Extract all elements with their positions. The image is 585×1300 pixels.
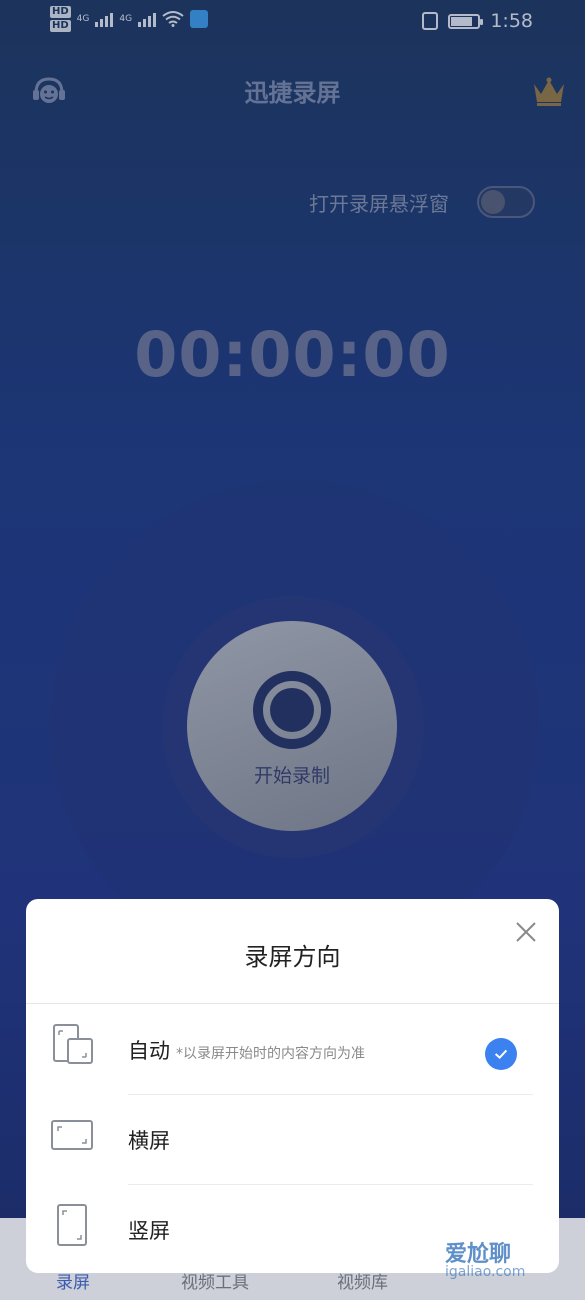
vibrate-icon — [422, 12, 439, 30]
signal-icon — [95, 11, 114, 27]
wifi-icon — [162, 11, 184, 27]
crown-icon[interactable] — [531, 74, 567, 108]
float-window-row: 打开录屏悬浮窗 — [309, 186, 535, 218]
orientation-sheet: 录屏方向 自动 *以录屏开始时的内容方向为准 横屏 竖屏 — [26, 899, 559, 1273]
site-watermark: 爱尬聊 igaliao.com — [425, 1230, 575, 1290]
landscape-icon — [51, 1120, 93, 1150]
signal-label: 4G — [119, 14, 133, 24]
signal-label: 4G — [76, 14, 90, 24]
orientation-landscape-label: 横屏 — [128, 1129, 170, 1153]
app-header: 迅捷录屏 — [0, 60, 585, 120]
status-right: 1:58 — [422, 10, 533, 32]
status-bar: HD HD 4G 4G 1:58 — [0, 0, 585, 44]
record-timer: 00:00:00 — [134, 318, 451, 391]
orientation-option-auto[interactable]: 自动 *以录屏开始时的内容方向为准 — [26, 1005, 559, 1095]
sheet-divider — [26, 1003, 559, 1004]
sheet-title: 录屏方向 — [244, 943, 341, 971]
battery-level — [451, 16, 473, 26]
start-record-label: 开始录制 — [253, 765, 330, 787]
float-window-label: 打开录屏悬浮窗 — [309, 191, 449, 216]
selected-check-icon — [485, 1038, 517, 1070]
orientation-label: 自动 *以录屏开始时的内容方向为准 — [128, 1035, 365, 1065]
orientation-auto-hint: *以录屏开始时的内容方向为准 — [176, 1046, 365, 1062]
hd-badge: HD — [50, 20, 71, 32]
orientation-option-landscape[interactable]: 横屏 — [26, 1095, 559, 1185]
usb-icon — [190, 10, 209, 28]
portrait-icon — [57, 1204, 87, 1246]
battery-icon — [448, 13, 484, 29]
record-icon — [253, 671, 331, 749]
close-icon[interactable] — [515, 921, 537, 943]
toggle-knob — [481, 190, 505, 214]
hd-badges: HD HD — [50, 6, 71, 32]
auto-rotate-icon — [53, 1024, 93, 1064]
status-left: HD HD 4G 4G — [50, 6, 209, 32]
start-record-button[interactable]: 开始录制 — [187, 621, 397, 831]
watermark-url: igaliao.com — [445, 1264, 526, 1280]
app-title: 迅捷录屏 — [244, 79, 341, 107]
hd-badge: HD — [50, 6, 71, 18]
float-window-toggle[interactable] — [477, 186, 535, 218]
status-time: 1:58 — [490, 10, 533, 32]
signal-icon — [138, 11, 157, 27]
orientation-auto-label: 自动 — [128, 1039, 170, 1063]
orientation-portrait-label: 竖屏 — [128, 1219, 170, 1243]
